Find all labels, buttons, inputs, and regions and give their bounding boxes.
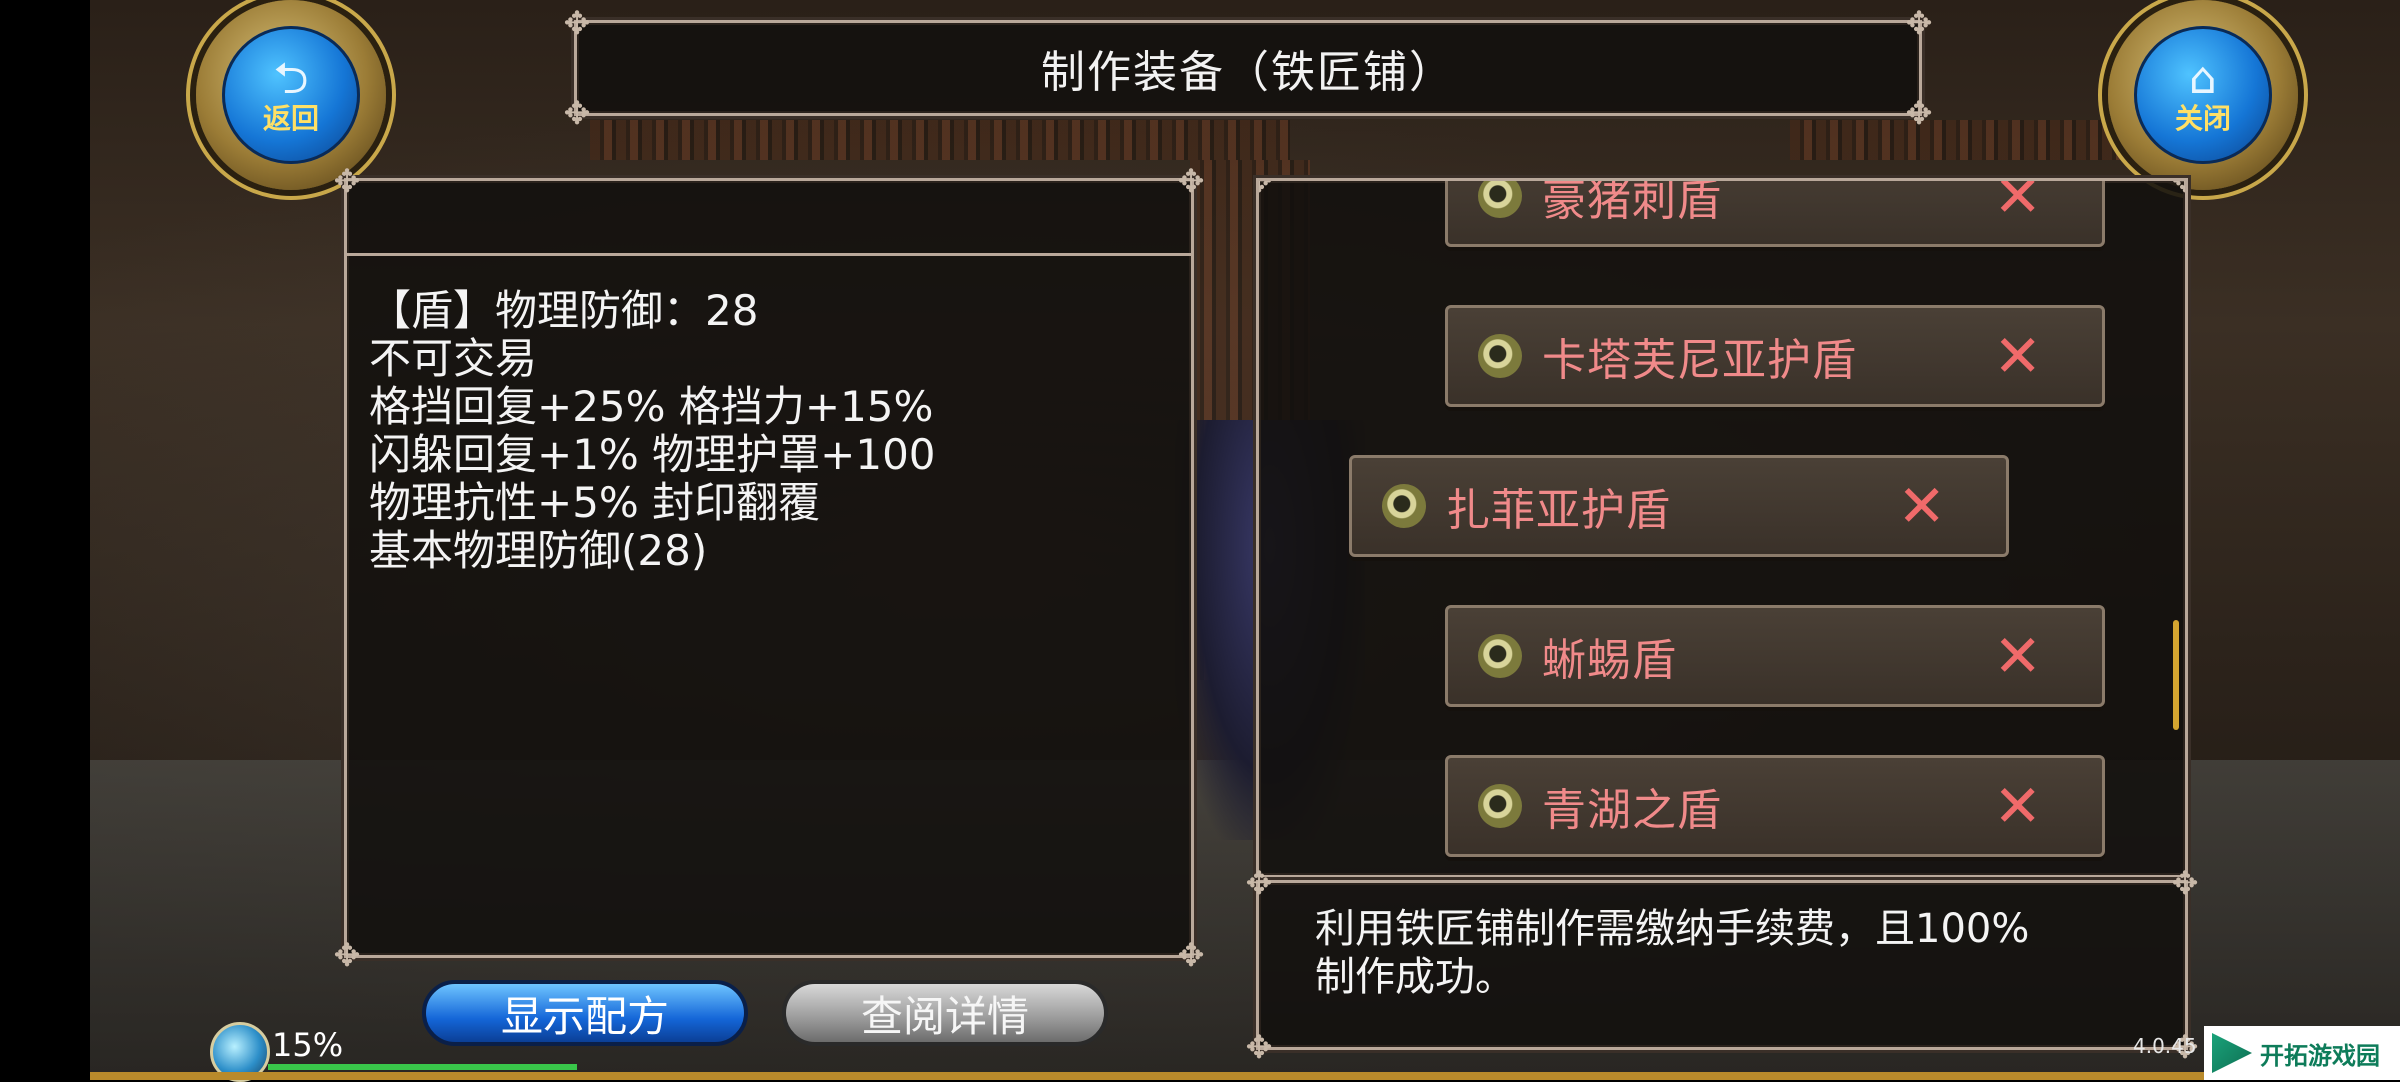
page-title: 制作装备（铁匠铺） <box>1041 47 1455 98</box>
info-text-line: 利用铁匠铺制作需缴纳手续费，且100% <box>1315 906 2030 952</box>
frame-corner-ornament: ✥ <box>1177 936 1205 974</box>
item-description: 【盾】物理防御：28 不可交易 格挡回复+25% 格挡力+15% 闪躲回复+1%… <box>369 287 1171 575</box>
shield-medallion-icon <box>1478 784 1522 828</box>
xp-percent: 15% <box>272 1026 344 1064</box>
watermark-logo-icon <box>2212 1033 2252 1073</box>
item-stat-line: 格挡回复+25% 格挡力+15% <box>369 382 934 431</box>
item-stat-line: 基本物理防御(28) <box>369 526 708 575</box>
xp-progress-bar <box>268 1064 577 1070</box>
recipe-item[interactable]: 青湖之盾 ✕ <box>1445 755 2105 857</box>
info-panel: ✥ ✥ ✥ ✥ 利用铁匠铺制作需缴纳手续费，且100% 制作成功。 <box>1246 865 2199 1065</box>
watermark: 开拓游戏园 <box>2204 1026 2400 1080</box>
close-x-icon[interactable]: ✕ <box>1897 458 1946 554</box>
view-details-button[interactable]: 查阅详情 <box>782 980 1108 1046</box>
recipe-item-name: 蜥蜴盾 <box>1542 635 1677 686</box>
item-stat-line: 不可交易 <box>369 334 538 383</box>
back-button-label: 返回 <box>262 102 319 135</box>
info-text-line: 制作成功。 <box>1315 954 1515 1000</box>
info-text: 利用铁匠铺制作需缴纳手续费，且100% 制作成功。 <box>1315 905 2145 1001</box>
frame-corner-ornament: ✥ <box>2167 181 2185 199</box>
item-detail-panel: ✥ ✥ ✥ ✥ 【盾】物理防御：28 不可交易 格挡回复+25% 格挡力+15%… <box>334 163 1205 973</box>
shield-medallion-icon <box>1382 484 1426 528</box>
shield-medallion-icon <box>1478 634 1522 678</box>
frame-corner-ornament: ✥ <box>2171 864 2199 902</box>
recipe-item-name: 青湖之盾 <box>1542 785 1722 836</box>
watermark-text: 开拓游戏园 <box>2260 1041 2380 1070</box>
shield-medallion-icon <box>1478 334 1522 378</box>
back-arrow-icon: ⮌ <box>273 53 309 104</box>
title-bar: ✥ ✥ ✥ ✥ 制作装备（铁匠铺） <box>564 5 1933 131</box>
bookshelf <box>590 120 1290 160</box>
show-recipe-button[interactable]: 显示配方 <box>422 980 748 1046</box>
close-x-icon[interactable]: ✕ <box>1993 608 2042 704</box>
frame-corner-ornament: ✥ <box>1245 864 1273 902</box>
recipe-item-name: 扎菲亚护盾 <box>1446 485 1671 536</box>
version-label: 4.0.45 <box>2133 1034 2197 1058</box>
item-stat-line: 物理抗性+5% 封印翻覆 <box>369 478 821 527</box>
close-x-icon[interactable]: ✕ <box>1993 758 2042 854</box>
recipe-item-name: 豪猪刺盾 <box>1542 178 1722 226</box>
bottom-status-strip <box>90 1072 2400 1080</box>
frame-corner-ornament: ✥ <box>1177 162 1205 200</box>
close-x-icon[interactable]: ✕ <box>1993 181 2042 244</box>
frame-corner-ornament: ✥ <box>1259 181 1277 199</box>
item-stat-line: 闪躲回复+1% 物理护罩+100 <box>369 430 936 479</box>
home-icon: ⌂ <box>2189 53 2217 104</box>
recipe-list-scrollbar[interactable] <box>2173 620 2179 730</box>
item-stat-line: 【盾】物理防御：28 <box>369 286 759 335</box>
close-button-label: 关闭 <box>2174 102 2231 135</box>
close-x-icon[interactable]: ✕ <box>1993 308 2042 404</box>
shield-medallion-icon <box>1478 181 1522 218</box>
recipe-item[interactable]: 卡塔芙尼亚护盾 ✕ <box>1445 305 2105 407</box>
frame-corner-ornament: ✥ <box>333 162 361 200</box>
recipe-item[interactable]: 蜥蜴盾 ✕ <box>1445 605 2105 707</box>
frame-corner-ornament: ✥ <box>1245 1028 1273 1066</box>
recipe-list-panel[interactable]: ✥ ✥ 豪猪刺盾 ✕ 卡塔芙尼亚护盾 ✕ 扎菲亚护盾 ✕ 蜥蜴盾 ✕ 青湖之盾 … <box>1256 178 2188 878</box>
item-detail-header <box>347 181 1191 256</box>
recipe-item[interactable]: 豪猪刺盾 ✕ <box>1445 178 2105 247</box>
recipe-item-selected[interactable]: 扎菲亚护盾 ✕ <box>1349 455 2009 557</box>
recipe-item-name: 卡塔芙尼亚护盾 <box>1542 335 1857 386</box>
close-button[interactable]: ⌂ 关闭 <box>2108 0 2298 190</box>
frame-corner-ornament: ✥ <box>333 936 361 974</box>
